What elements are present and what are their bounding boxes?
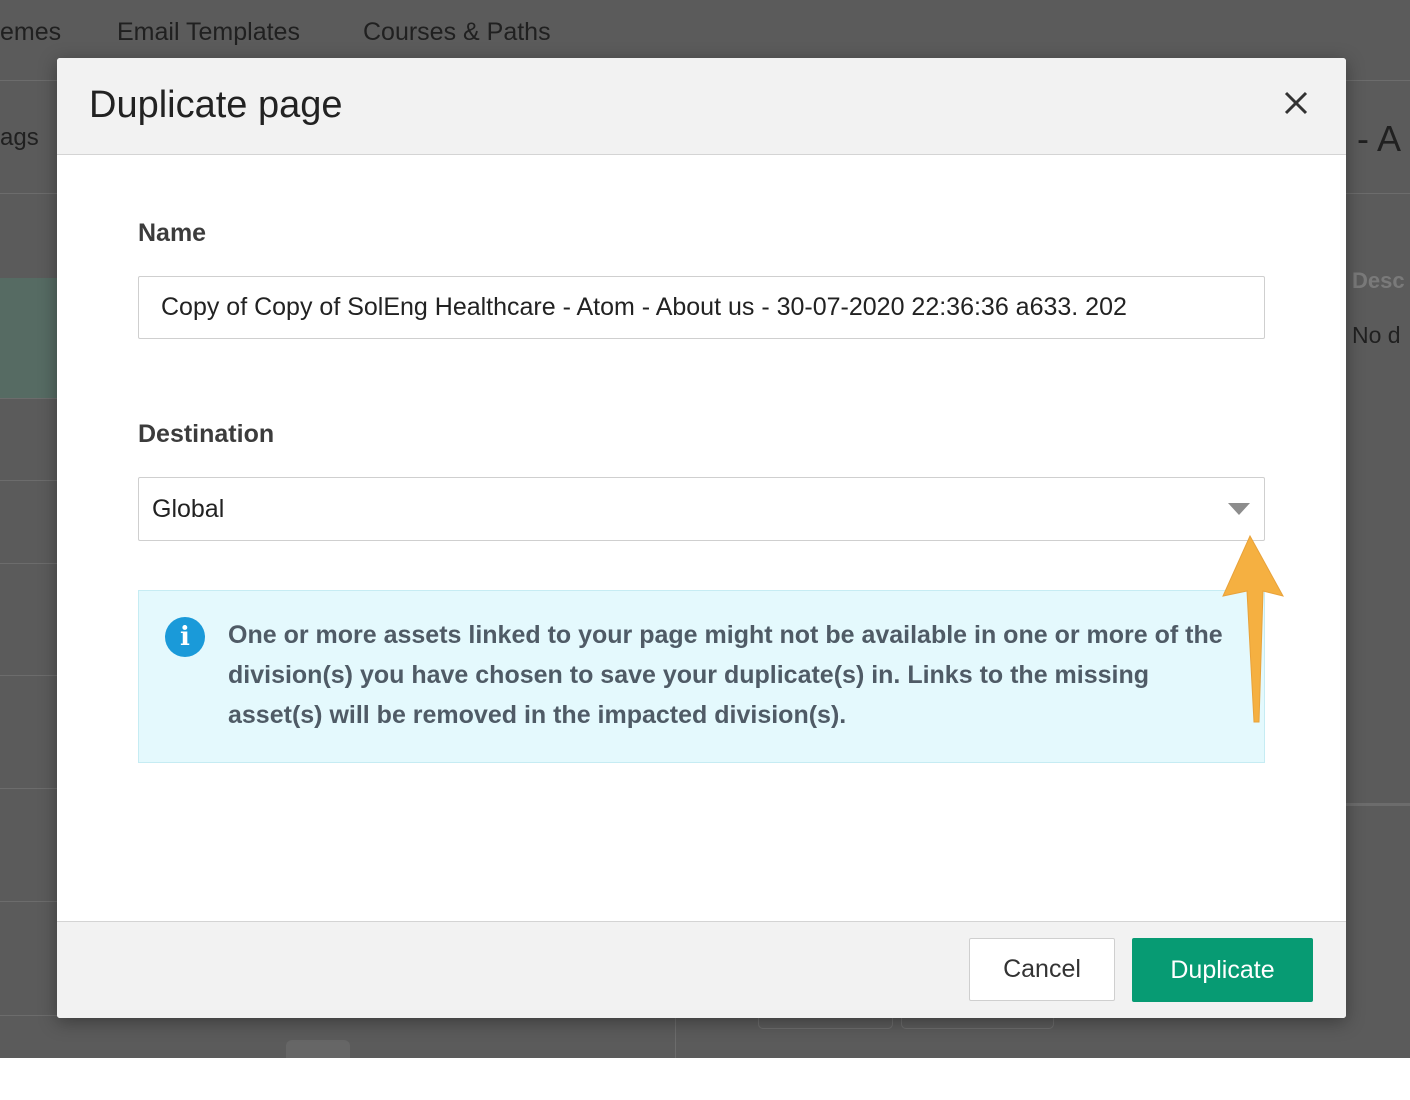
- background-divider: [0, 480, 57, 481]
- destination-selected-value: Global: [152, 495, 225, 523]
- background-button: [758, 1018, 893, 1029]
- background-page-title: - A: [1357, 118, 1402, 159]
- annotation-arrow-icon: [1222, 534, 1284, 723]
- background-selected-row: [0, 278, 57, 398]
- name-label: Name: [138, 219, 207, 247]
- background-description-value: No d: [1352, 322, 1401, 348]
- info-icon: i: [165, 617, 205, 657]
- info-alert: i One or more assets linked to your page…: [138, 590, 1265, 763]
- background-button: [901, 1018, 1054, 1029]
- destination-select[interactable]: Global: [138, 477, 1265, 541]
- nav-item-email-templates[interactable]: Email Templates: [117, 18, 300, 47]
- close-button[interactable]: [1279, 86, 1313, 120]
- dialog-header: Duplicate page: [57, 58, 1346, 155]
- background-divider: [0, 901, 57, 902]
- background-divider: [0, 563, 57, 564]
- dialog-footer: Cancel Duplicate: [57, 921, 1346, 1018]
- close-icon: [1284, 91, 1308, 115]
- background-divider: [0, 398, 57, 399]
- duplicate-page-dialog: Duplicate page Name Destination Global i…: [57, 58, 1346, 1018]
- nav-item-themes[interactable]: emes: [0, 18, 61, 47]
- background-description-label: Desc: [1352, 268, 1405, 293]
- background-column-divider: [675, 1018, 676, 1058]
- chevron-down-icon[interactable]: [1228, 503, 1250, 515]
- background-divider: [0, 675, 57, 676]
- background-divider: [1346, 803, 1410, 806]
- background-divider: [0, 788, 57, 789]
- background-divider: [1346, 193, 1410, 194]
- dialog-title: Duplicate page: [89, 84, 343, 126]
- duplicate-button[interactable]: Duplicate: [1132, 938, 1313, 1002]
- background-tags-label: ags: [0, 124, 39, 151]
- background-divider: [0, 1015, 57, 1016]
- info-message: One or more assets linked to your page m…: [228, 621, 1223, 729]
- nav-item-courses-paths[interactable]: Courses & Paths: [363, 18, 551, 47]
- cancel-button[interactable]: Cancel: [969, 938, 1115, 1001]
- name-input[interactable]: [138, 276, 1265, 339]
- background-badge: [286, 1040, 350, 1058]
- background-divider: [0, 193, 57, 194]
- destination-label: Destination: [138, 420, 275, 448]
